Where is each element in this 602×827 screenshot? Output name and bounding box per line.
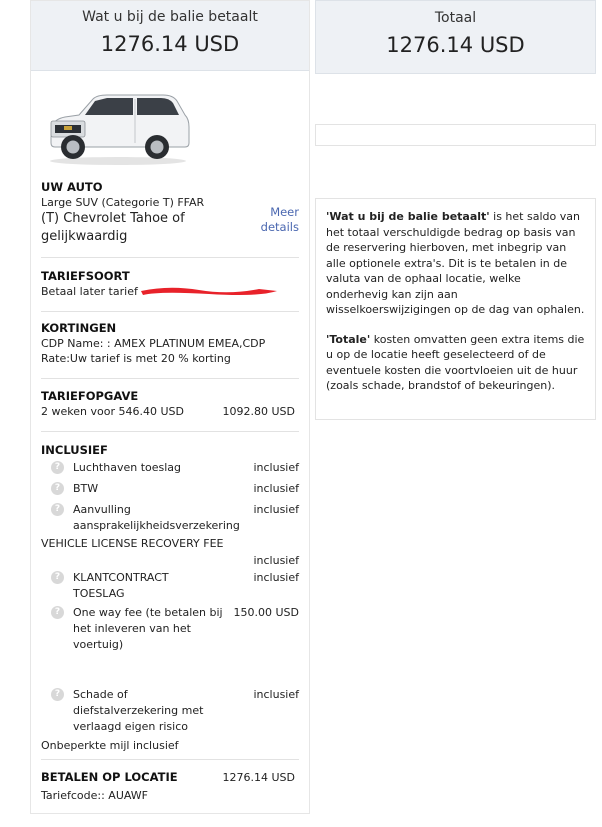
car-section-title: UW AUTO — [41, 180, 103, 194]
included-item-value: inclusief — [253, 461, 299, 474]
counter-payment-amount: 1276.14 USD — [100, 32, 240, 56]
mileage-note: Onbeperkte mijl inclusief — [41, 739, 179, 752]
rate-code: Tariefcode:: AUAWF — [41, 789, 148, 802]
payment-info-box: 'Wat u bij de balie betaalt' is het sald… — [315, 198, 596, 420]
included-item: ? Aanvulling aansprakelijkheidsverzekeri… — [41, 502, 299, 536]
question-circle-icon[interactable]: ? — [51, 482, 64, 495]
info-paragraph-counter: 'Wat u bij de balie betaalt' is het sald… — [326, 209, 585, 318]
empty-bar — [315, 124, 596, 146]
more-details-link[interactable]: Meer details — [259, 205, 299, 235]
total-label: Totaal — [434, 10, 477, 26]
car-name: (T) Chevrolet Tahoe of gelijkwaardig — [41, 211, 185, 244]
included-item-label: Luchthaven toeslag — [73, 461, 182, 474]
pay-at-location-section: BETALEN OP LOCATIE 1276.14 USD Tariefcod… — [41, 770, 299, 803]
rate-spec-title: TARIEFOPGAVE — [41, 389, 139, 403]
counter-payment-label: Wat u bij de balie betaalt — [82, 9, 258, 25]
included-item: ? BTW inclusief — [41, 481, 299, 499]
counter-payment-box: Wat u bij de balie betaalt 1276.14 USD — [31, 1, 309, 71]
included-section-title-wrap: INCLUSIEF — [41, 443, 299, 458]
included-item-value: inclusief — [253, 688, 299, 701]
info-paragraph-total: 'Totale' kosten omvatten geen extra item… — [326, 332, 585, 394]
divider — [41, 378, 299, 379]
included-item-value: inclusief — [253, 554, 299, 567]
included-item-label: One way fee (te betalen bij het inlevere… — [73, 606, 223, 651]
included-item-value: inclusief — [253, 503, 299, 516]
included-item-label: KLANTCONTRACT TOESLAG — [73, 571, 169, 600]
car-section: UW AUTO Large SUV (Categorie T) FFAR (T)… — [41, 180, 299, 246]
info-counter-text: is het saldo van het totaal verschuldigd… — [326, 210, 585, 316]
total-amount: 1276.14 USD — [386, 33, 525, 57]
included-item-label: VEHICLE LICENSE RECOVERY FEE — [41, 537, 224, 550]
redaction-mark — [141, 287, 277, 295]
rate-spec-section: TARIEFOPGAVE 2 weken voor 546.40 USD 109… — [41, 389, 299, 419]
question-circle-icon[interactable]: ? — [51, 503, 64, 516]
divider — [41, 431, 299, 432]
included-item-value: inclusief — [253, 482, 299, 495]
divider — [41, 759, 299, 760]
included-item-label: Schade of diefstalverzekering met verlaa… — [73, 688, 204, 733]
included-item-value: inclusief — [253, 571, 299, 584]
discount-rate: Rate:Uw tarief is met 20 % korting — [41, 352, 231, 365]
discount-cdp: CDP Name: : AMEX PLATINUM EMEA,CDP — [41, 337, 266, 350]
included-item: ? Luchthaven toeslag inclusief — [41, 460, 299, 478]
included-item-label: BTW — [73, 482, 99, 495]
total-price-box: Totaal 1276.14 USD — [315, 0, 596, 74]
included-item-value: 150.00 USD — [233, 606, 300, 619]
car-image — [50, 94, 190, 165]
divider — [41, 257, 299, 258]
discounts-title: KORTINGEN — [41, 321, 117, 335]
question-circle-icon[interactable]: ? — [51, 461, 64, 474]
pay-at-location-amount: 1276.14 USD — [222, 771, 296, 784]
question-circle-icon[interactable]: ? — [51, 571, 64, 584]
divider — [41, 311, 299, 312]
rate-type-value: Betaal later tarief - — [41, 285, 146, 298]
booking-summary-panel: Wat u bij de balie betaalt 1276.14 USD U… — [30, 0, 310, 814]
rate-spec-desc: 2 weken voor 546.40 USD — [41, 405, 184, 418]
included-item: ? KLANTCONTRACT TOESLAG inclusief — [41, 570, 299, 604]
info-counter-bold: 'Wat u bij de balie betaalt' — [326, 210, 490, 223]
info-total-bold: 'Totale' — [326, 332, 371, 346]
pay-at-location-title: BETALEN OP LOCATIE — [41, 770, 178, 784]
included-item: ? Schade of diefstalverzekering met verl… — [41, 687, 299, 737]
question-circle-icon[interactable]: ? — [51, 688, 64, 701]
discounts-section: KORTINGEN CDP Name: : AMEX PLATINUM EMEA… — [41, 321, 299, 366]
question-circle-icon[interactable]: ? — [51, 606, 64, 619]
rate-type-section: TARIEFSOORT Betaal later tarief - — [41, 269, 299, 299]
rate-spec-amount: 1092.80 USD — [222, 405, 296, 418]
included-item-label: Aanvulling aansprakelijkheidsverzekering — [73, 503, 240, 532]
included-item: VEHICLE LICENSE RECOVERY FEE inclusief — [41, 536, 299, 570]
included-title: INCLUSIEF — [41, 443, 108, 457]
included-item: ? One way fee (te betalen bij het inleve… — [41, 605, 299, 657]
